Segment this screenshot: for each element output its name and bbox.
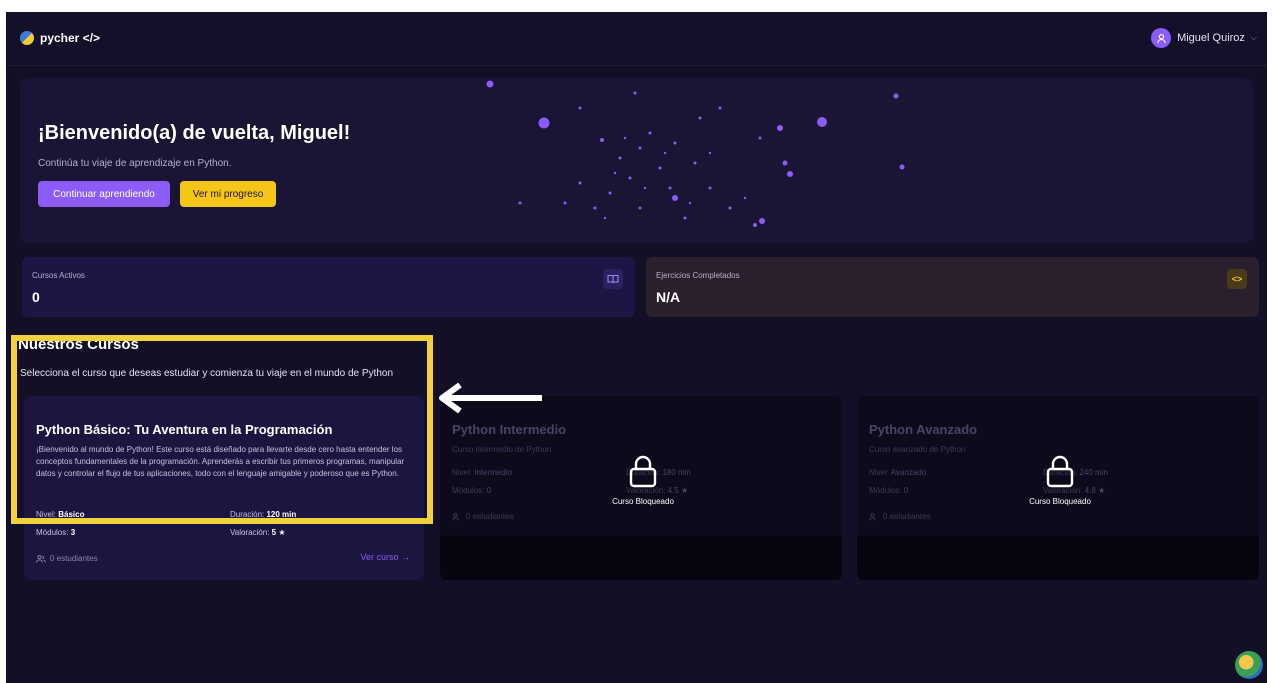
meta-label: Duración: (230, 510, 265, 519)
meta-label: Valoración: (230, 528, 270, 537)
view-progress-button[interactable]: Ver mi progreso (180, 181, 276, 207)
meta-label: Nivel: (869, 468, 890, 477)
students-count: 0 estudiantes (883, 512, 931, 521)
logo-text: pycher </> (40, 31, 101, 45)
course-title: Python Avanzado (869, 422, 978, 437)
stat-card-completed-exercises: Ejercicios Completados N/A <> (646, 257, 1259, 317)
meta-value: 0 (903, 486, 909, 495)
meta-value: 120 min (266, 510, 297, 519)
meta-label: Nivel: (36, 510, 57, 519)
students-count: 0 estudiantes (466, 512, 514, 521)
stat-card-active-courses: Cursos Activos 0 (22, 257, 635, 317)
lock-overlay: Curso Bloqueado (1025, 454, 1095, 506)
course-level: Nivel: Intermedio (452, 468, 512, 477)
card-footer (440, 536, 842, 580)
course-students: 0 estudiantes (36, 554, 98, 563)
python-logo-icon (20, 31, 34, 45)
lock-overlay: Curso Bloqueado (608, 454, 678, 506)
chevron-down-icon: ⌵ (1250, 33, 1257, 42)
course-title: Python Básico: Tu Aventura en la Program… (36, 422, 333, 437)
course-level: Nivel: Básico (36, 510, 84, 519)
course-modules: Módulos: 0 (452, 486, 491, 495)
course-students: 0 estudiantes (452, 512, 514, 521)
view-course-link[interactable]: Ver curso → (360, 552, 410, 562)
course-description: ¡Bienvenido al mundo de Python! Este cur… (36, 445, 405, 478)
meta-label: Módulos: (869, 486, 902, 495)
users-icon (452, 512, 459, 521)
book-open-icon (603, 269, 623, 289)
assistant-avatar-icon[interactable] (1235, 651, 1263, 679)
meta-value: Básico (58, 510, 85, 519)
lock-icon (629, 455, 657, 488)
top-navbar: pycher </> Miguel Quiroz ⌵ (6, 12, 1267, 66)
user-avatar-icon (1151, 28, 1172, 48)
arrow-left-icon (439, 383, 542, 413)
card-footer (857, 536, 1259, 580)
course-rating: Valoración: 5 ★ (230, 528, 286, 537)
course-card-basic[interactable]: Python Básico: Tu Aventura en la Program… (24, 396, 424, 580)
continue-learning-button[interactable]: Continuar aprendiendo (38, 181, 170, 207)
meta-value: 5 ★ (271, 528, 286, 537)
user-name: Miguel Quiroz (1177, 32, 1245, 44)
meta-value: Intermedio (474, 468, 513, 477)
meta-label: Módulos: (452, 486, 485, 495)
hero-title: ¡Bienvenido(a) de vuelta, Miguel! (38, 122, 351, 144)
meta-label: Nivel: (452, 468, 473, 477)
welcome-hero: ¡Bienvenido(a) de vuelta, Miguel! Contin… (20, 78, 1253, 243)
locked-label: Curso Bloqueado (612, 497, 674, 506)
users-icon (36, 554, 46, 563)
course-modules: Módulos: 3 (36, 528, 75, 537)
stat-label: Cursos Activos (32, 271, 85, 280)
course-students: 0 estudiantes (869, 512, 931, 521)
meta-value: Avanzado (890, 468, 927, 477)
hero-subtitle: Continúa tu viaje de aprendizaje en Pyth… (38, 158, 232, 169)
meta-label: Módulos: (36, 528, 69, 537)
locked-label: Curso Bloqueado (1029, 497, 1091, 506)
lock-icon (1046, 455, 1074, 488)
students-count: 0 estudiantes (50, 554, 98, 563)
logo[interactable]: pycher </> (20, 31, 100, 45)
app-window: pycher </> Miguel Quiroz ⌵ ¡Bienvenido(a… (6, 12, 1267, 683)
course-card-intermediate[interactable]: Python Intermedio Curso intermedio de Py… (440, 396, 842, 580)
stat-label: Ejercicios Completados (656, 271, 740, 280)
section-title: Nuestros Cursos (18, 336, 139, 353)
section-subtitle: Selecciona el curso que deseas estudiar … (20, 368, 394, 379)
course-level: Nivel: Avanzado (869, 468, 926, 477)
course-title: Python Intermedio (452, 422, 567, 437)
course-modules: Módulos: 0 (869, 486, 908, 495)
course-card-advanced[interactable]: Python Avanzado Curso avanzado de Python… (857, 396, 1259, 580)
meta-value: 3 (70, 528, 76, 537)
course-duration: Duración: 120 min (230, 510, 296, 519)
stat-value: N/A (656, 289, 681, 305)
code-icon: <> (1227, 269, 1247, 289)
meta-value: 0 (486, 486, 492, 495)
users-icon (869, 512, 876, 521)
user-menu[interactable]: Miguel Quiroz ⌵ (1151, 28, 1257, 48)
stat-value: 0 (32, 289, 40, 305)
